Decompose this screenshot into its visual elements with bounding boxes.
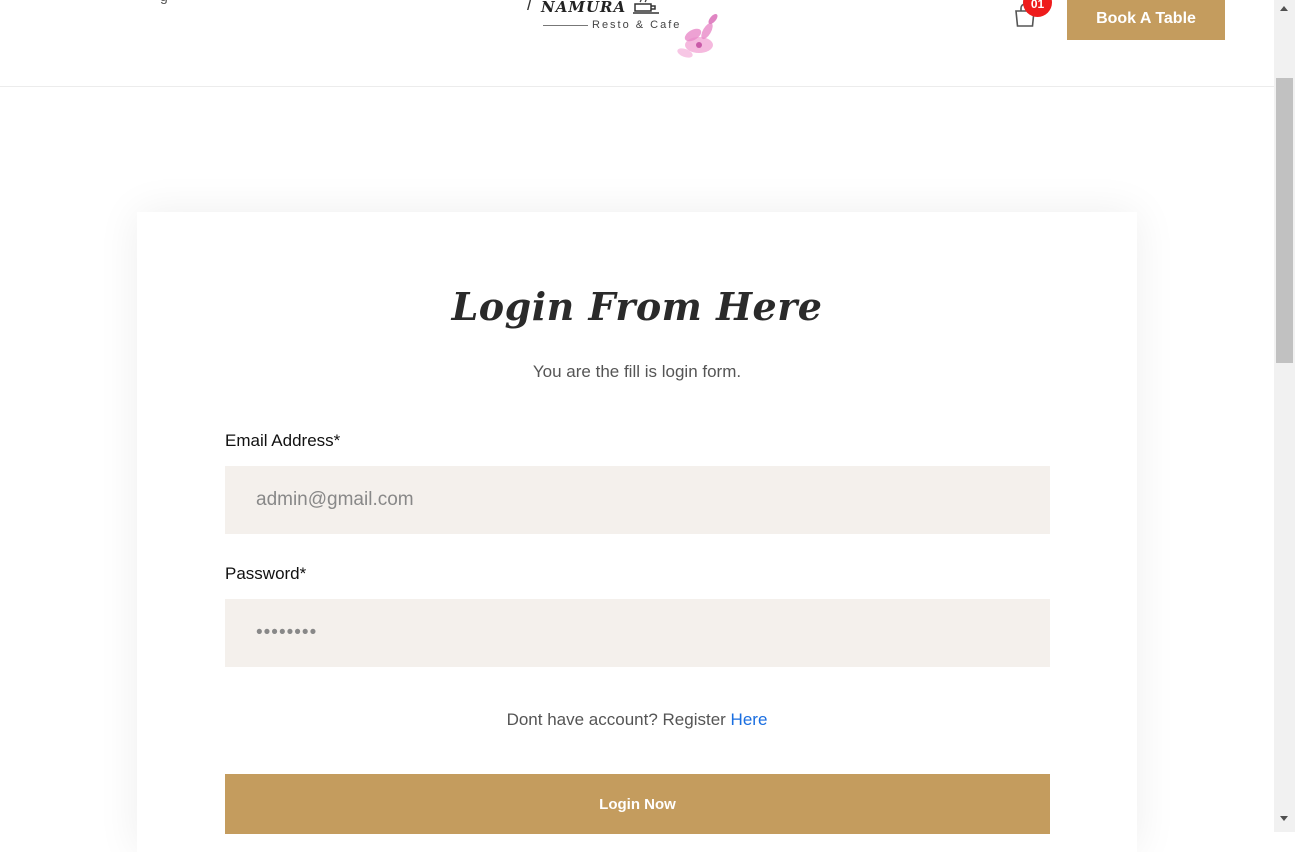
- login-title: Login From Here: [451, 284, 823, 329]
- logo-tagline: Resto & Cafe: [592, 19, 682, 31]
- vertical-scrollbar[interactable]: [1274, 0, 1295, 832]
- login-button[interactable]: Login Now: [225, 774, 1050, 834]
- password-input[interactable]: [225, 599, 1050, 667]
- email-input[interactable]: [225, 466, 1050, 534]
- coffee-cup-icon: [633, 0, 659, 14]
- login-subtitle: You are the fill is login form.: [532, 362, 742, 381]
- nav-link[interactable]: g: [160, 0, 168, 4]
- register-prompt: Dont have account? Register Here: [137, 710, 1137, 730]
- site-logo[interactable]: / NAMURA Resto & Cafe: [523, 0, 733, 64]
- logo-brand: NAMURA: [541, 0, 627, 16]
- site-header: g / NAMURA Resto & Cafe 01 Book A Table: [0, 0, 1274, 87]
- register-link[interactable]: Here: [731, 710, 768, 729]
- login-card: Login From Here You are the fill is logi…: [137, 212, 1137, 852]
- password-label: Password*: [225, 564, 307, 583]
- email-label: Email Address*: [225, 431, 341, 450]
- logo-mark: /: [527, 0, 533, 14]
- scroll-down-arrow-icon[interactable]: [1280, 816, 1288, 821]
- flower-icon: [677, 14, 718, 58]
- register-prompt-text: Dont have account? Register: [506, 710, 731, 729]
- book-table-button[interactable]: Book A Table: [1067, 0, 1225, 40]
- scroll-up-arrow-icon[interactable]: [1280, 6, 1288, 11]
- scrollbar-thumb[interactable]: [1276, 78, 1293, 363]
- logo-rule: [543, 25, 588, 26]
